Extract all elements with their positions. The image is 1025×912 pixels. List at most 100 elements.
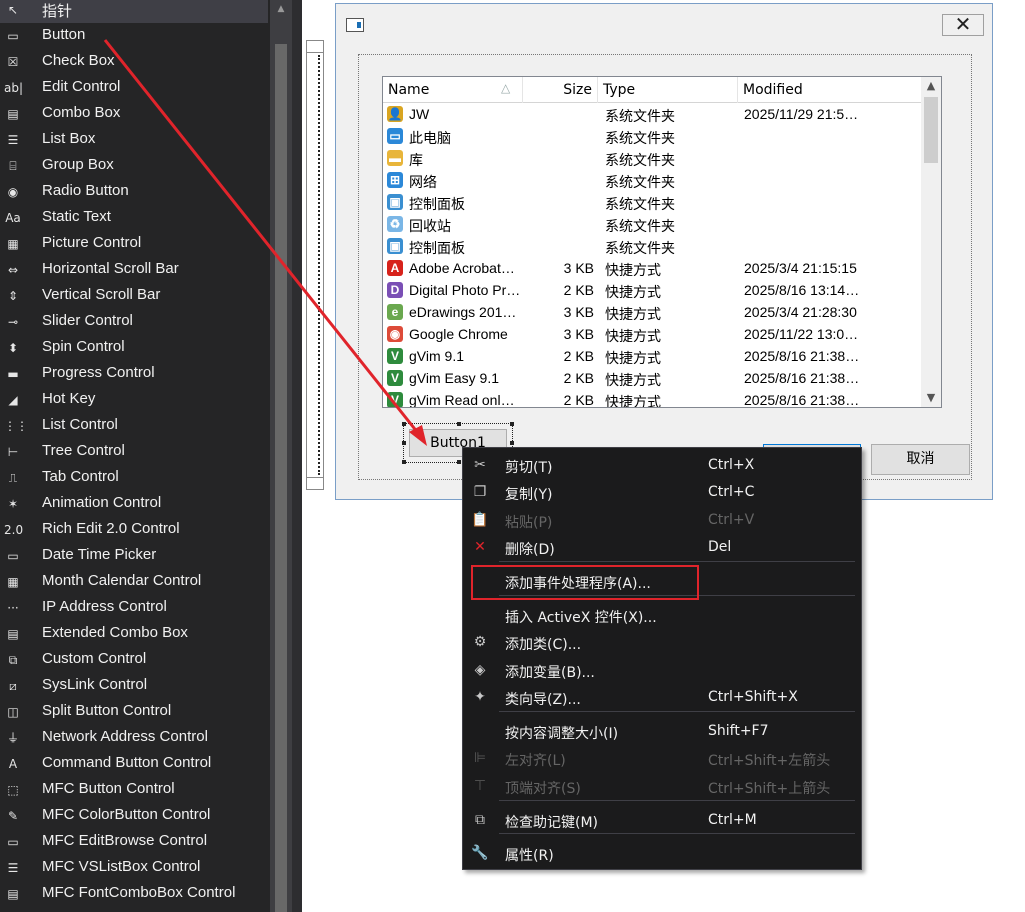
toolbox-item[interactable]: ⇕ Vertical Scroll Bar (0, 283, 268, 309)
menu-item[interactable]: ✕ 删除(D) Del (463, 534, 861, 561)
scroll-up-arrow-icon[interactable]: ▲ (270, 0, 292, 18)
table-row[interactable]: ▣ 控制面板 系统文件夹 (383, 235, 921, 257)
cell-type: 快捷方式 (605, 350, 661, 366)
toolbox-item[interactable]: ✎ MFC ColorButton Control (0, 803, 268, 829)
table-row[interactable]: ♻ 回收站 系统文件夹 (383, 213, 921, 235)
menu-item[interactable]: ✂ 剪切(T) Ctrl+X (463, 452, 861, 479)
toolbox-item[interactable]: ▦ Picture Control (0, 231, 268, 257)
toolbox-item[interactable]: ▬ Progress Control (0, 361, 268, 387)
panel-splitter[interactable] (292, 0, 302, 912)
toolbox-item[interactable]: ⎍ Tab Control (0, 465, 268, 491)
toolbox-item[interactable]: ☰ MFC VSListBox Control (0, 855, 268, 881)
cancel-button[interactable]: 取消 (871, 444, 970, 475)
toolbox-item[interactable]: ⏚ Network Address Control (0, 725, 268, 751)
toolbox-item[interactable]: ⧉ Custom Control (0, 647, 268, 673)
toolbox-item[interactable]: 2.0 Rich Edit 2.0 Control (0, 517, 268, 543)
scroll-up-icon[interactable]: ▲ (921, 77, 941, 95)
toolbox-item[interactable]: ▭ Date Time Picker (0, 543, 268, 569)
table-row[interactable]: ◉ Google Chrome 3 KB 快捷方式 2025/11/22 13:0… (383, 323, 921, 345)
check-box-icon: ☒ (7, 55, 19, 69)
resize-handle[interactable] (402, 460, 406, 464)
menu-item[interactable]: ⚙ 添加类(C)... (463, 629, 861, 656)
cell-name: 控制面板 (409, 240, 465, 256)
toolbox-item[interactable]: ⧄ SysLink Control (0, 673, 268, 699)
tab-control-icon: ⎍ (8, 471, 18, 485)
toolbox-scroll-thumb[interactable] (275, 44, 287, 912)
toolbox-item[interactable]: Aa Static Text (0, 205, 268, 231)
resize-handle[interactable] (510, 422, 514, 426)
toolbox-item-label: Slider Control (42, 312, 133, 329)
cell-type: 快捷方式 (605, 372, 661, 388)
list-scroll-thumb[interactable] (924, 97, 938, 163)
toolbox-panel: ↖ 指针 ▭ Button ☒ Check Box ab| Edit Control ▤ Comb… (0, 0, 270, 912)
toolbox-item[interactable]: ↖ 指针 (0, 0, 268, 23)
toolbox-item[interactable]: ⌸ Group Box (0, 153, 268, 179)
cut-icon: ✂ (474, 457, 486, 473)
toolbox-item-label: Horizontal Scroll Bar (42, 260, 179, 277)
toolbox-item[interactable]: ▤ Extended Combo Box (0, 621, 268, 647)
gvim-icon: V (387, 392, 403, 407)
toolbox-item[interactable]: ☰ List Box (0, 127, 268, 153)
toolbox-item[interactable]: ▤ MFC FontComboBox Control (0, 881, 268, 907)
table-row[interactable]: 👤 JW 系统文件夹 2025/11/29 21:5… (383, 103, 921, 125)
toolbox-item[interactable]: ◢ Hot Key (0, 387, 268, 413)
menu-item[interactable]: ◈ 添加变量(B)... (463, 657, 861, 684)
menu-item[interactable]: 插入 ActiveX 控件(X)... (463, 602, 861, 629)
file-list-view[interactable]: Name △ Size Type Modified 👤 JW 系统文件夹 2025/1… (382, 76, 942, 408)
table-row[interactable]: VgVim Easy 9.1 2 KB 快捷方式 2025/8/16 21:38… (383, 367, 921, 389)
table-row[interactable]: A Adobe Acrobat… 3 KB 快捷方式 2025/3/4 21:15:15 (383, 257, 921, 279)
cell-modified: 2025/8/16 21:38… (744, 348, 860, 364)
table-row[interactable]: D Digital Photo Pr… 2 KB 快捷方式 2025/8/16 13:1… (383, 279, 921, 301)
toolbox-item[interactable]: A Command Button Control (0, 751, 268, 777)
toolbox-item[interactable]: ☒ Check Box (0, 49, 268, 75)
column-header-modified[interactable]: Modified (738, 77, 921, 103)
toolbox-item[interactable]: ▤ Combo Box (0, 101, 268, 127)
resize-handle[interactable] (457, 460, 461, 464)
recycle-bin-icon: ♻ (387, 216, 403, 232)
list-vertical-scrollbar[interactable]: ▲ ▼ (921, 77, 941, 407)
toolbox-item[interactable]: ▭ MFC EditBrowse Control (0, 829, 268, 855)
table-row[interactable]: ⊞ 网络 系统文件夹 (383, 169, 921, 191)
cell-size: 3 KB (563, 326, 594, 342)
toolbox-item[interactable]: ⬍ Spin Control (0, 335, 268, 361)
table-row[interactable]: ▣ 控制面板 系统文件夹 (383, 191, 921, 213)
cell-type: 快捷方式 (605, 328, 661, 344)
column-header-size[interactable]: Size (523, 77, 598, 103)
toolbox-scrollbar[interactable]: ▲ (270, 0, 292, 912)
table-row[interactable]: VgVim Read onl… 2 KB 快捷方式 2025/8/16 21:38… (383, 389, 921, 407)
menu-item[interactable]: 添加事件处理程序(A)... (463, 568, 861, 595)
close-icon: ✕ (954, 12, 972, 36)
menu-item: 📋 粘贴(P) Ctrl+V (463, 507, 861, 534)
close-button[interactable]: ✕ (942, 14, 984, 36)
toolbox-item[interactable]: ⬚ MFC Button Control (0, 777, 268, 803)
table-row[interactable]: ▬ 库 系统文件夹 (383, 147, 921, 169)
resize-handle[interactable] (402, 422, 406, 426)
toolbox-item[interactable]: ▭ Button (0, 23, 268, 49)
cell-size: 3 KB (563, 260, 594, 276)
resize-handle[interactable] (510, 441, 514, 445)
toolbox-item[interactable]: ··· IP Address Control (0, 595, 268, 621)
menu-item[interactable]: ⧉ 检查助记键(M) Ctrl+M (463, 807, 861, 834)
menu-item[interactable]: 按内容调整大小(I) Shift+F7 (463, 718, 861, 745)
resize-handle[interactable] (402, 441, 406, 445)
toolbox-item[interactable]: ✶ Animation Control (0, 491, 268, 517)
toolbox-item[interactable]: ⊸ Slider Control (0, 309, 268, 335)
menu-item[interactable]: ❐ 复制(Y) Ctrl+C (463, 479, 861, 506)
mfc-fontcombobox-icon: ▤ (7, 887, 19, 901)
tree-control-icon: ⊢ (7, 445, 19, 459)
table-row[interactable]: ▭ 此电脑 系统文件夹 (383, 125, 921, 147)
scroll-down-icon[interactable]: ▼ (921, 389, 941, 407)
toolbox-item[interactable]: ⇔ Horizontal Scroll Bar (0, 257, 268, 283)
resize-handle[interactable] (457, 422, 461, 426)
toolbox-item[interactable]: ⊢ Tree Control (0, 439, 268, 465)
toolbox-item[interactable]: ab| Edit Control (0, 75, 268, 101)
toolbox-item[interactable]: ◉ Radio Button (0, 179, 268, 205)
menu-item[interactable]: ✦ 类向导(Z)... Ctrl+Shift+X (463, 684, 861, 711)
menu-item[interactable]: 🔧 属性(R) (463, 840, 861, 867)
toolbox-item[interactable]: ◫ Split Button Control (0, 699, 268, 725)
toolbox-item[interactable]: ⋮⋮ List Control (0, 413, 268, 439)
column-header-type[interactable]: Type (598, 77, 738, 103)
table-row[interactable]: VgVim 9.1 2 KB 快捷方式 2025/8/16 21:38… (383, 345, 921, 367)
toolbox-item[interactable]: ▦ Month Calendar Control (0, 569, 268, 595)
table-row[interactable]: e eDrawings 201… 3 KB 快捷方式 2025/3/4 21:28:30 (383, 301, 921, 323)
